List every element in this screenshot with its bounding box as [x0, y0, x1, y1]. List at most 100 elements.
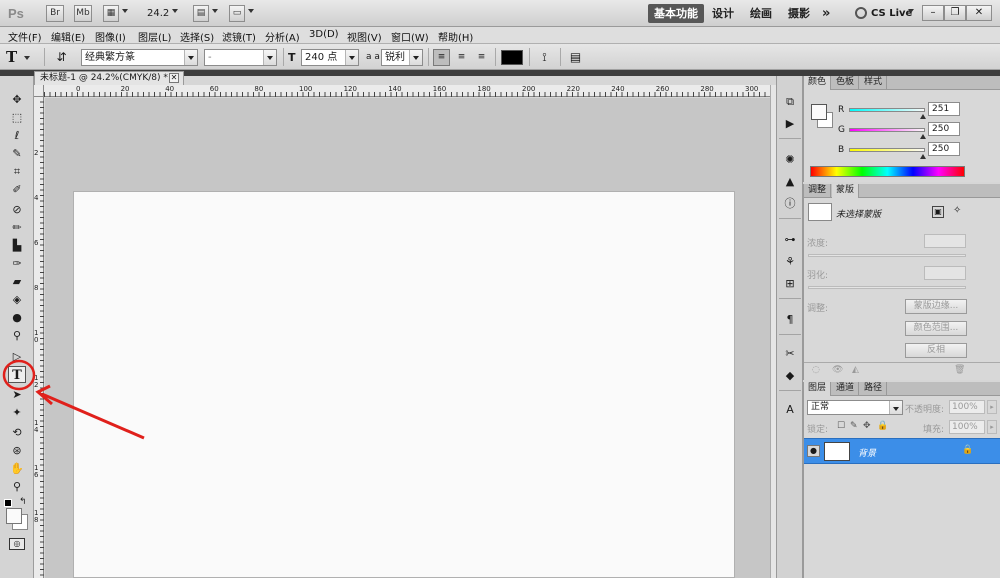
invert-button[interactable]: 反相 — [905, 343, 967, 358]
workspace-design[interactable]: 设计 — [706, 4, 740, 23]
zoom-dropdown-icon[interactable] — [172, 9, 178, 13]
text-color-swatch[interactable] — [501, 50, 523, 65]
arrange-dropdown-icon[interactable] — [212, 9, 218, 13]
color-spectrum-bar[interactable] — [810, 166, 965, 177]
tool-preset-dropdown-icon[interactable] — [24, 56, 30, 60]
antialias-select[interactable]: 锐利 — [381, 49, 423, 66]
eraser-tool-icon[interactable]: ▰ — [8, 273, 26, 290]
more-workspaces-button[interactable]: » — [816, 4, 836, 23]
document-tab[interactable]: 未标题-1 @ 24.2%(CMYK/8) * ✕ — [34, 71, 184, 85]
font-style-select[interactable]: - — [204, 49, 277, 66]
character-panel-button[interactable]: ▤ — [567, 49, 584, 66]
cs-live-dropdown-icon[interactable] — [908, 9, 914, 13]
healing-brush-tool-icon[interactable]: ⊘ — [8, 201, 26, 218]
warp-text-button[interactable]: ⟟ — [536, 49, 553, 66]
clone-source-icon[interactable]: ⚘ — [781, 254, 799, 270]
b-slider-knob[interactable] — [920, 154, 926, 159]
r-value[interactable]: 251 — [928, 102, 960, 116]
paragraph-icon[interactable]: ¶ — [781, 312, 799, 328]
opacity-slider-arrow-icon[interactable]: ▸ — [987, 400, 997, 414]
foreground-color-box[interactable] — [811, 104, 827, 120]
workspace-painting[interactable]: 绘画 — [744, 4, 778, 23]
close-document-icon[interactable]: ✕ — [169, 73, 179, 83]
add-pixel-mask-icon[interactable]: ▣ — [932, 206, 944, 218]
tab-styles[interactable]: 样式 — [860, 76, 888, 90]
info-icon[interactable]: ⓘ — [781, 196, 799, 212]
navigator-icon[interactable]: ✺ — [781, 152, 799, 168]
screen-mode-button[interactable]: ▭ — [229, 5, 245, 22]
tab-color[interactable]: 颜色 — [804, 76, 832, 90]
close-button[interactable]: ✕ — [966, 5, 992, 21]
load-selection-icon[interactable]: ◌ — [812, 365, 820, 375]
foreground-color-swatch[interactable] — [6, 508, 22, 524]
tab-swatches[interactable]: 色板 — [832, 76, 860, 90]
lock-image-icon[interactable]: ✎ — [850, 421, 858, 431]
g-value[interactable]: 250 — [928, 122, 960, 136]
blur-tool-icon[interactable]: ● — [8, 309, 26, 326]
font-family-select[interactable]: 经典繁方篆 — [81, 49, 198, 66]
menu-help[interactable]: 帮助(H) — [438, 29, 473, 44]
lock-all-icon[interactable]: 🔒 — [877, 421, 888, 431]
move-tool-icon[interactable]: ✥ — [8, 91, 26, 108]
tab-layers[interactable]: 图层 — [804, 382, 832, 396]
r-slider[interactable] — [849, 108, 925, 112]
ruler-origin[interactable] — [34, 85, 44, 97]
restore-button[interactable]: ❐ — [944, 5, 966, 21]
hand-tool-icon[interactable]: ✋ — [8, 460, 26, 477]
menu-select[interactable]: 选择(S) — [180, 29, 214, 44]
view-mask-icon[interactable]: 👁 — [832, 365, 843, 375]
g-slider-knob[interactable] — [920, 134, 926, 139]
3d-layers-icon[interactable]: ◆ — [781, 368, 799, 384]
zoom-tool-icon[interactable]: ⚲ — [8, 478, 26, 495]
layer-row[interactable]: ● 背景 🔒 — [804, 438, 1000, 464]
crop-tool-icon[interactable]: ⌗ — [8, 163, 26, 180]
arrange-documents-button[interactable]: ▤ — [193, 5, 209, 22]
brush-presets-icon[interactable]: ⊶ — [781, 232, 799, 248]
tab-masks[interactable]: 蒙版 — [832, 184, 860, 198]
align-center-button[interactable]: ≡ — [453, 49, 470, 66]
menu-window[interactable]: 窗口(W) — [391, 29, 429, 44]
screen-mode-dropdown-icon[interactable] — [248, 9, 254, 13]
lock-transparent-icon[interactable]: ☐ — [837, 421, 845, 431]
actions-icon[interactable]: ▶ — [781, 116, 799, 132]
menu-analysis[interactable]: 分析(A) — [265, 29, 300, 44]
g-slider[interactable] — [849, 128, 925, 132]
add-vector-mask-icon[interactable]: ✧ — [953, 205, 961, 216]
r-slider-knob[interactable] — [920, 114, 926, 119]
minimize-button[interactable]: – — [922, 5, 944, 21]
history-brush-tool-icon[interactable]: ✑ — [8, 255, 26, 272]
3d-tools-icon[interactable]: ✂ — [781, 346, 799, 362]
clone-stamp-tool-icon[interactable]: ▙ — [8, 237, 26, 254]
marquee-tool-icon[interactable]: ⬚ — [8, 109, 26, 126]
workspace-photography[interactable]: 摄影 — [782, 4, 816, 23]
dodge-tool-icon[interactable]: ⚲ — [8, 327, 26, 344]
bridge-button[interactable]: Br — [46, 5, 64, 22]
mask-edge-button[interactable]: 蒙版边缘... — [905, 299, 967, 314]
layer-visibility-icon[interactable]: ● — [807, 445, 820, 457]
tab-channels[interactable]: 通道 — [832, 382, 860, 396]
cs-live-button[interactable]: CS Live — [871, 8, 912, 19]
menu-3d[interactable]: 3D(D) — [309, 29, 339, 40]
workspace-essentials[interactable]: 基本功能 — [648, 4, 704, 23]
swap-colors-icon[interactable]: ↰ — [19, 497, 27, 507]
tab-paths[interactable]: 路径 — [860, 382, 888, 396]
layer-name[interactable]: 背景 — [858, 446, 876, 459]
eyedropper-tool-icon[interactable]: ✐ — [8, 181, 26, 198]
lock-position-icon[interactable]: ✥ — [863, 421, 871, 431]
delete-mask-icon[interactable]: 🗑 — [954, 365, 965, 375]
fill-slider-arrow-icon[interactable]: ▸ — [987, 420, 997, 434]
brush-tool-icon[interactable]: ✏ — [8, 219, 26, 236]
menu-view[interactable]: 视图(V) — [347, 29, 382, 44]
zoom-level[interactable]: 24.2 — [147, 8, 169, 19]
fill-field[interactable]: 100% — [949, 420, 985, 434]
mask-toggle-icon[interactable]: ◭ — [852, 365, 859, 375]
menu-layer[interactable]: 图层(L) — [138, 29, 171, 44]
menu-filter[interactable]: 滤镜(T) — [222, 29, 256, 44]
document-canvas[interactable] — [73, 191, 735, 578]
quick-selection-tool-icon[interactable]: ✎ — [8, 145, 26, 162]
default-colors-icon[interactable] — [4, 499, 12, 507]
menu-image[interactable]: 图像(I) — [95, 29, 126, 44]
color-range-button[interactable]: 颜色范围... — [905, 321, 967, 336]
text-orientation-icon[interactable]: ⇵ — [53, 49, 70, 66]
menu-edit[interactable]: 编辑(E) — [51, 29, 85, 44]
